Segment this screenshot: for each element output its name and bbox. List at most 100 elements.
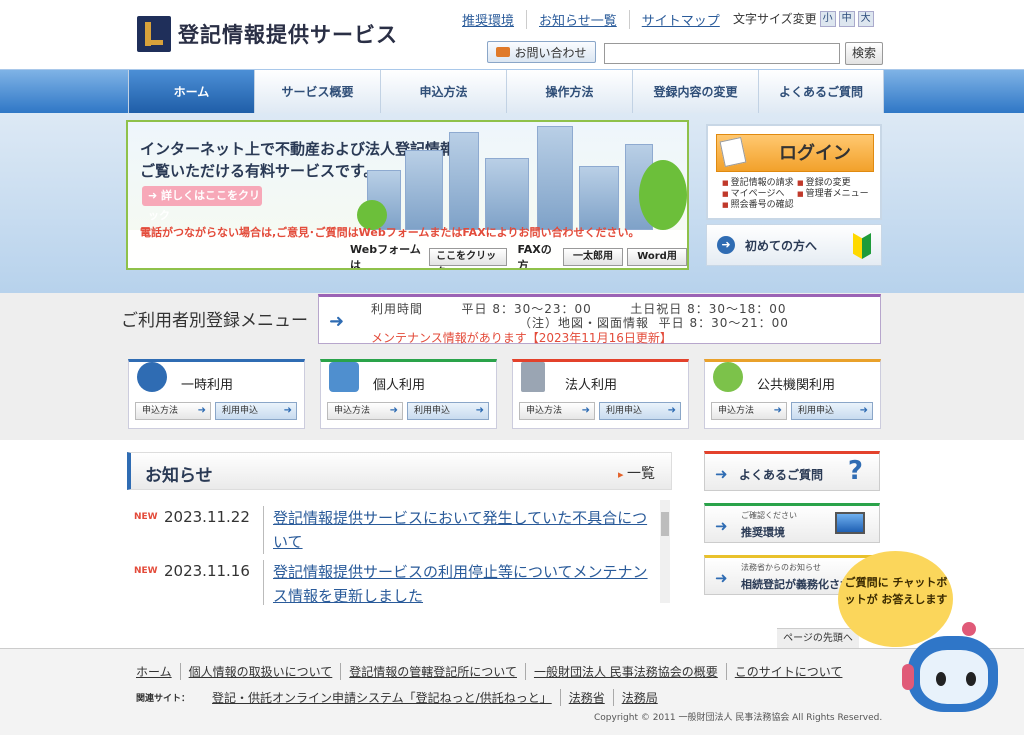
site-logo-text[interactable]: 登記情報提供サービス <box>178 19 398 49</box>
footer-links: ホーム 個人情報の取扱いについて 登記情報の管轄登記所について 一般財団法人 民… <box>136 663 850 680</box>
web-form-button[interactable]: ここをクリック <box>429 248 508 268</box>
search-input[interactable] <box>604 43 840 64</box>
service-hours-notice[interactable]: ➜ 利用時間 平日 8：30～23：00 土日祝日 8：30～18：00 （注）… <box>318 294 881 346</box>
web-form-label: Webフォームは <box>350 243 421 270</box>
font-size-medium-button[interactable]: 中 <box>838 10 855 27</box>
arrow-right-icon: ➜ <box>715 517 728 535</box>
how-to-apply-button[interactable]: 申込方法 <box>711 402 787 420</box>
related-link-online-system[interactable]: 登記・供託オンライン申請システム「登記ねっと/供託ねっと」 <box>204 689 561 706</box>
arrow-right-icon: ➜ <box>715 569 728 587</box>
related-sites: 関連サイト： 登記・供託オンライン申請システム「登記ねっと/供託ねっと」 法務省… <box>136 689 666 706</box>
beginner-mark-icon <box>853 233 871 259</box>
faq-label: よくあるご質問 <box>739 468 824 482</box>
list-item: NEW 2023.11.16 登記情報提供サービスの利用停止等についてメンテナン… <box>127 554 672 605</box>
nav-how-to-operate[interactable]: 操作方法 <box>506 70 632 113</box>
apply-button[interactable]: 利用申込 <box>407 402 489 420</box>
site-logo-icon[interactable] <box>137 16 171 52</box>
login-panel: ログイン 登記情報の請求 登録の変更 マイページへ 管理者メニュー 照会番号の確… <box>706 124 882 220</box>
how-to-apply-button[interactable]: 申込方法 <box>135 402 211 420</box>
card-title: 個人利用 <box>373 378 426 393</box>
news-date: 2023.11.22 <box>164 508 250 526</box>
fax-ichitaro-button[interactable]: 一太郎用 <box>563 248 624 266</box>
contact-label: お問い合わせ <box>514 45 587 60</box>
city-illustration <box>357 122 687 230</box>
robot-ear-icon <box>902 664 914 690</box>
top-link-news-list[interactable]: お知らせ一覧 <box>527 10 630 29</box>
monitor-icon <box>835 512 865 534</box>
nav-change-registration[interactable]: 登録内容の変更 <box>632 70 758 113</box>
page-top-link[interactable]: ページの先頭へ <box>777 628 859 648</box>
news-link[interactable]: 登記情報提供サービスにおいて発生していた不具合について <box>263 506 651 554</box>
top-links: 推奨環境 お知らせ一覧 サイトマップ <box>450 10 732 29</box>
news-link[interactable]: 登記情報提供サービスの利用停止等についてメンテナンス情報を更新しました <box>263 560 651 605</box>
first-time-label: 初めての方へ <box>745 238 818 253</box>
news-scrollbar[interactable] <box>660 500 670 603</box>
top-link-environment[interactable]: 推奨環境 <box>450 10 528 29</box>
contact-button[interactable]: お問い合わせ <box>487 41 596 63</box>
how-to-apply-button[interactable]: 申込方法 <box>519 402 595 420</box>
footer-link-home[interactable]: ホーム <box>136 663 181 680</box>
how-to-apply-button[interactable]: 申込方法 <box>327 402 403 420</box>
login-feature-item: マイページへ <box>722 189 797 200</box>
fax-word-button[interactable]: Word用 <box>627 248 687 266</box>
footer-link-association[interactable]: 一般財団法人 民事法務協会の概要 <box>526 663 727 680</box>
card-title: 公共機関利用 <box>757 378 836 393</box>
apply-button[interactable]: 利用申込 <box>599 402 681 420</box>
public-agency-use-card: 公共機関利用 申込方法 利用申込 <box>704 359 881 429</box>
faq-card[interactable]: ➜ よくあるご質問 ? <box>704 451 880 491</box>
login-feature-item: 登録の変更 <box>797 178 872 189</box>
news-header: お知らせ 一覧 <box>127 452 672 490</box>
question-mark-icon: ? <box>847 456 863 486</box>
top-link-sitemap[interactable]: サイトマップ <box>630 10 732 29</box>
footer-link-about[interactable]: このサイトについて <box>727 663 851 680</box>
nav-how-to-apply[interactable]: 申込方法 <box>380 70 506 113</box>
nav-faq[interactable]: よくあるご質問 <box>758 70 884 113</box>
temporary-use-card: 一時利用 申込方法 利用申込 <box>128 359 305 429</box>
first-time-button[interactable]: ➜ 初めての方へ <box>706 224 882 266</box>
environment-card[interactable]: ➜ ご確認ください 推奨環境 <box>704 503 880 543</box>
card-title: 法人利用 <box>565 378 618 393</box>
arrow-right-icon: ➜ <box>329 311 345 332</box>
related-link-moj[interactable]: 法務省 <box>561 689 614 706</box>
footer-link-privacy[interactable]: 個人情報の取扱いについて <box>181 663 342 680</box>
registration-menu-title: ご利用者別登録メニュー <box>121 311 308 331</box>
chatbot-text[interactable]: ご質問に チャットボットが お答えします <box>842 574 950 608</box>
robot-eye-icon <box>936 672 946 686</box>
personal-use-card: 個人利用 申込方法 利用申込 <box>320 359 497 429</box>
robot-antenna-icon <box>962 622 976 636</box>
time-icon <box>137 362 167 392</box>
related-link-legal-affairs-bureau[interactable]: 法務局 <box>614 689 666 706</box>
related-sites-label: 関連サイト： <box>136 694 191 704</box>
login-feature-item: 登記情報の請求 <box>722 178 797 189</box>
apply-button[interactable]: 利用申込 <box>791 402 873 420</box>
news-list-link[interactable]: 一覧 <box>618 463 655 483</box>
fax-label: FAXの方 <box>517 243 552 270</box>
corporate-use-card: 法人利用 申込方法 利用申込 <box>512 359 689 429</box>
list-item: NEW 2023.11.22 登記情報提供サービスにおいて発生していた不具合につ… <box>127 500 672 554</box>
banner-warning: 電話がつながらない場合は,ご意見･ご質問はWebフォームまたはFAXによりお問い… <box>140 226 640 239</box>
copyright: Copyright © 2011 一般財団法人 民事法務協会 All Right… <box>594 713 883 723</box>
maintenance-notice[interactable]: メンテナンス情報があります【2023年11月16日更新】 <box>371 329 672 346</box>
nav-service-overview[interactable]: サービス概要 <box>254 70 380 113</box>
font-size-large-button[interactable]: 大 <box>857 10 874 27</box>
font-size-switcher: 文字サイズ変更 小 中 大 <box>733 10 874 27</box>
login-feature-item: 照会番号の確認 <box>722 200 797 211</box>
search-button[interactable]: 検索 <box>845 42 883 65</box>
apply-button[interactable]: 利用申込 <box>215 402 297 420</box>
font-size-small-button[interactable]: 小 <box>819 10 836 27</box>
environment-sub-label: ご確認ください <box>741 511 797 520</box>
arrow-right-icon: ➜ <box>717 236 735 254</box>
detail-button[interactable]: ➜ 詳しくはここをクリック <box>142 186 262 222</box>
footer-link-jurisdiction[interactable]: 登記情報の管轄登記所について <box>341 663 526 680</box>
nav-home[interactable]: ホーム <box>128 70 254 113</box>
moj-notice-sub-label: 法務省からのお知らせ <box>741 563 821 572</box>
news-date: 2023.11.16 <box>164 562 250 580</box>
login-feature-list: 登記情報の請求 登録の変更 マイページへ 管理者メニュー 照会番号の確認 <box>722 178 872 211</box>
service-banner: インターネット上で不動産および法人登記情報を ご覧いただける有料サービスです。 … <box>126 120 689 270</box>
building-icon <box>521 362 545 392</box>
new-badge: NEW <box>134 566 158 576</box>
environment-label: 推奨環境 <box>741 526 785 539</box>
house-icon <box>329 362 359 392</box>
mail-icon <box>496 47 511 57</box>
site-header: 登記情報提供サービス 推奨環境 お知らせ一覧 サイトマップ 文字サイズ変更 小 … <box>0 0 1024 68</box>
